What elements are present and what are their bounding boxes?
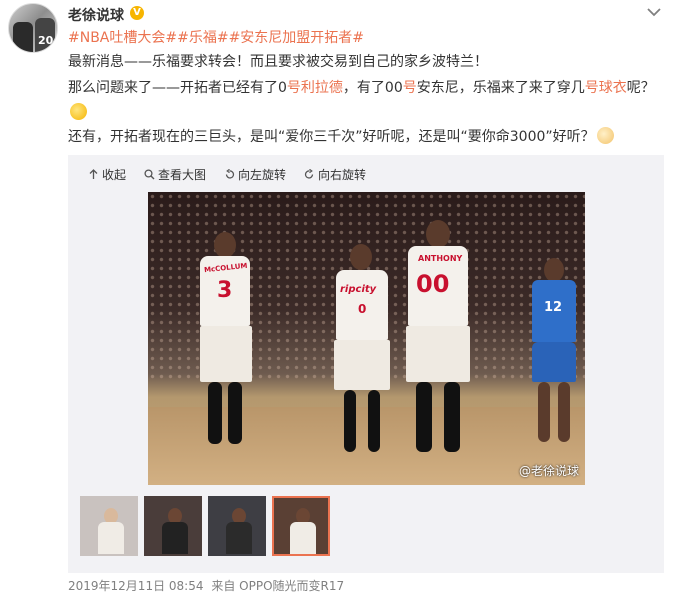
verified-badge-icon: V: [130, 6, 144, 20]
jersey-number-3: 3: [217, 278, 233, 303]
image-toolbar: 收起 查看大图 向左旋转 向右旋转: [88, 165, 366, 183]
rotate-left-button[interactable]: 向左旋转: [224, 165, 286, 183]
post-link-lillard[interactable]: 号利拉德: [287, 80, 343, 96]
thumbnail-jersey: [162, 522, 188, 554]
post-meta: 2019年12月11日 08:54 来自 OPPO随光而变R17: [68, 577, 344, 594]
thumbnail-active[interactable]: [272, 496, 330, 556]
post-line-2-g: 呢？: [626, 80, 655, 96]
view-large-button[interactable]: 查看大图: [144, 165, 206, 183]
thumbnail-jersey: [226, 522, 252, 554]
thumbnail-jersey: [290, 522, 316, 554]
player-mccollum: McCOLLUM 3: [190, 232, 260, 467]
thumbnail[interactable]: [144, 496, 202, 556]
player-legs: [416, 382, 432, 452]
photo-watermark: @老徐说球: [518, 464, 579, 478]
rotate-right-button[interactable]: 向右旋转: [304, 165, 366, 183]
player-legs: [228, 382, 242, 444]
player-head: [214, 232, 236, 258]
rotate-right-label: 向右旋转: [318, 167, 367, 182]
post-line-4: 还有，开拓者现在的三巨头，是叫“爱你三千次”好听呢，还是叫“要你命3000”好听…: [68, 127, 614, 147]
rotate-left-label: 向左旋转: [238, 167, 287, 182]
collapse-button[interactable]: 收起: [88, 165, 126, 183]
main-photo[interactable]: McCOLLUM 3 ripcity 0 ANTHONY 00 12 @老徐说球: [148, 192, 585, 485]
rotate-left-icon: [225, 168, 235, 179]
post-hashtags[interactable]: #NBA吐槽大会##乐福##安东尼加盟开拓者#: [68, 28, 364, 48]
post-timestamp[interactable]: 2019年12月11日 08:54: [68, 579, 203, 593]
thumbnail-strip: [80, 496, 330, 556]
player-legs: [538, 382, 550, 442]
view-large-label: 查看大图: [158, 167, 207, 182]
post-line-2-c: ，有了00: [342, 80, 403, 96]
post-source-prefix: 来自: [211, 579, 236, 593]
post-source[interactable]: OPPO随光而变R17: [239, 579, 344, 593]
post-link-jersey[interactable]: 号球衣: [585, 80, 627, 96]
player-shorts: [334, 340, 390, 390]
player-legs: [444, 382, 460, 452]
jersey-brand: ripcity: [340, 284, 377, 295]
player-legs: [344, 390, 356, 452]
player-lillard: ripcity 0: [326, 244, 398, 474]
player-head: [350, 244, 372, 270]
thumbnail[interactable]: [208, 496, 266, 556]
jersey-number-0: 0: [358, 302, 367, 316]
arrow-up-icon: [89, 168, 98, 179]
jersey-number-00: 00: [416, 270, 450, 298]
jersey-number-12: 12: [544, 300, 563, 315]
player-shorts: [406, 326, 470, 382]
jersey-name-anthony: ANTHONY: [418, 254, 463, 263]
post-line-2: 那么问题来了——开拓者已经有了0号利拉德，有了00号安东尼，乐福来了来了穿几号球…: [68, 78, 655, 98]
rotate-right-icon: [304, 168, 314, 179]
search-icon: [144, 168, 155, 179]
player-shorts: [200, 326, 252, 382]
post-line-2-e: 安东尼，乐福来了来了穿几: [416, 80, 585, 96]
avatar-figure-left: [13, 22, 33, 52]
player-anthony: ANTHONY 00: [398, 220, 478, 475]
player-legs: [558, 382, 570, 442]
avatar[interactable]: 20: [8, 3, 58, 53]
laugh-emoji-icon: [70, 103, 87, 120]
player-head: [426, 220, 450, 248]
post-line-2-a: 那么问题来了——开拓者已经有了0: [68, 80, 287, 96]
collapse-label: 收起: [102, 167, 127, 182]
avatar-jersey-number: 20: [38, 34, 54, 47]
post-link-number[interactable]: 号: [403, 80, 417, 96]
player-shorts: [532, 342, 576, 382]
thumbnail-jersey: [98, 522, 124, 554]
cat-emoji-icon: [596, 127, 614, 144]
username[interactable]: 老徐说球: [68, 5, 124, 25]
media-viewer: 收起 查看大图 向左旋转 向右旋转 McCOLLUM 3 ripcity 0 A…: [68, 155, 664, 573]
chevron-down-icon[interactable]: [646, 6, 662, 18]
post-emoji-row: [68, 103, 87, 123]
player-legs: [208, 382, 222, 444]
player-head: [544, 258, 564, 282]
player-legs: [368, 390, 380, 452]
thumbnail[interactable]: [80, 496, 138, 556]
player-opponent: 12: [526, 258, 582, 458]
post-line-4-text: 还有，开拓者现在的三巨头，是叫“爱你三千次”好听呢，还是叫“要你命3000”好听…: [68, 129, 595, 145]
post-line-1: 最新消息——乐福要求转会！而且要求被交易到自己的家乡波特兰！: [68, 54, 488, 70]
